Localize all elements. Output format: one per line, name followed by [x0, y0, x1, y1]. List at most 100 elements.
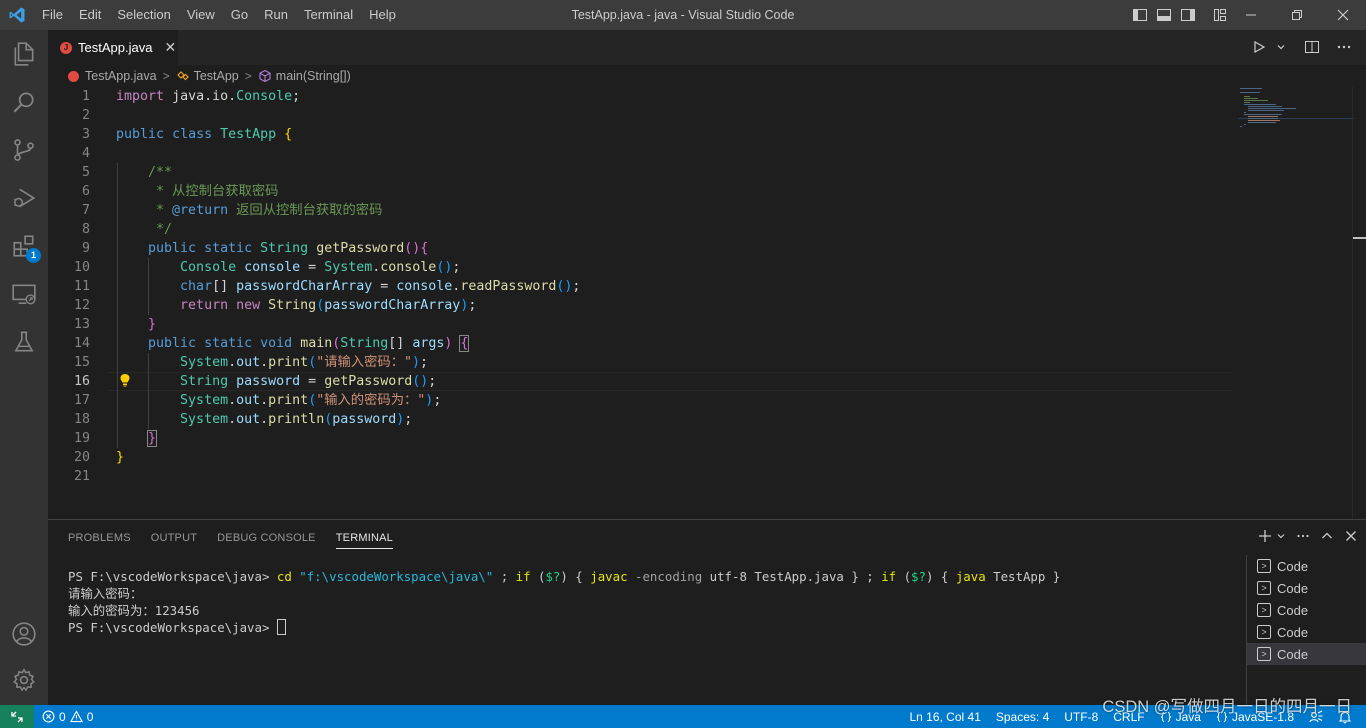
extensions-icon[interactable]: 1: [0, 222, 48, 270]
terminal-icon: >: [1257, 559, 1271, 573]
scrollbar-cursor-marker: [1353, 237, 1366, 239]
error-icon: [42, 710, 55, 723]
tab-problems[interactable]: PROBLEMS: [58, 520, 141, 555]
code-line: }: [147, 430, 158, 447]
breadcrumb-class[interactable]: TestApp: [176, 69, 239, 83]
line-number: 4: [81, 146, 90, 161]
toggle-primary-sidebar-icon[interactable]: [1132, 7, 1150, 23]
remote-explorer-icon[interactable]: [0, 270, 48, 318]
menu-edit[interactable]: Edit: [71, 0, 109, 30]
tab-output[interactable]: OUTPUT: [141, 520, 207, 555]
breadcrumb-file[interactable]: TestApp.java: [68, 69, 157, 83]
line-number: 18: [73, 412, 90, 427]
code-line: /**: [116, 165, 173, 180]
layout-controls: [1132, 7, 1230, 23]
remote-indicator[interactable]: [0, 705, 34, 728]
breadcrumb-method[interactable]: main(String[]): [258, 69, 351, 83]
terminal-profiles-chevron-down-icon[interactable]: [1276, 531, 1286, 541]
line-number: 21: [73, 469, 90, 484]
error-count: 0: [59, 709, 66, 724]
breadcrumb-class-label: TestApp: [193, 69, 239, 83]
terminal-instances-list: > Code > Code > Code > Code > Code: [1246, 555, 1366, 706]
code-line: public class TestApp {: [116, 127, 293, 142]
restore-button[interactable]: [1274, 0, 1320, 30]
menu-view[interactable]: View: [179, 0, 223, 30]
encoding[interactable]: UTF-8: [1064, 710, 1098, 724]
line-number: 17: [73, 393, 90, 408]
terminal-instance-label: Code: [1277, 602, 1309, 618]
source-control-icon[interactable]: [0, 126, 48, 174]
terminal-instance[interactable]: > Code: [1247, 621, 1366, 643]
tab-testapp-java[interactable]: J TestApp.java ✕: [48, 30, 178, 65]
vscode-logo-icon: [8, 6, 26, 24]
testing-icon[interactable]: [0, 318, 48, 366]
java-file-icon: [68, 70, 79, 82]
run-dropdown-chevron-down-icon[interactable]: [1276, 42, 1286, 52]
run-java-icon[interactable]: [1252, 40, 1266, 54]
panel-actions: [1258, 529, 1358, 543]
terminal-instance-label: Code: [1277, 646, 1309, 662]
toggle-secondary-sidebar-icon[interactable]: [1180, 7, 1198, 23]
editor-vertical-scrollbar[interactable]: [1352, 87, 1366, 519]
tab-close-icon[interactable]: ✕: [164, 39, 176, 56]
line-number: 11: [73, 279, 90, 294]
menu-file[interactable]: File: [34, 0, 71, 30]
menu-selection[interactable]: Selection: [109, 0, 178, 30]
line-number: 5: [81, 165, 90, 180]
terminal-instance[interactable]: > Code: [1247, 599, 1366, 621]
terminal-icon: >: [1257, 581, 1271, 595]
line-number: 15: [73, 355, 90, 370]
menu-run[interactable]: Run: [256, 0, 296, 30]
code-line: public static void main(String[] args) {: [148, 335, 470, 352]
menu-go[interactable]: Go: [223, 0, 256, 30]
close-panel-close-icon[interactable]: [1344, 529, 1358, 543]
code-editor[interactable]: 1 import java.io.Console; 2 3 public class…: [48, 87, 1366, 519]
code-line: * 从控制台获取密码: [116, 184, 279, 199]
menu-help[interactable]: Help: [361, 0, 404, 30]
manage-gear-icon[interactable]: [0, 656, 48, 704]
terminal-output[interactable]: PS F:\vscodeWorkspace\java> cd "f:\vscod…: [68, 568, 1228, 636]
line-number: 12: [73, 298, 90, 313]
search-icon[interactable]: [0, 78, 48, 126]
terminal-instance[interactable]: > Code: [1247, 577, 1366, 599]
split-editor-icon[interactable]: [1304, 39, 1320, 55]
tab-terminal[interactable]: TERMINAL: [326, 520, 403, 555]
new-terminal-plus-icon[interactable]: [1258, 529, 1272, 543]
more-actions-icon[interactable]: [1336, 39, 1352, 55]
close-window-button[interactable]: [1320, 0, 1366, 30]
title-bar: File Edit Selection View Go Run Terminal…: [0, 0, 1366, 30]
minimap[interactable]: [1238, 87, 1354, 147]
line-number: 19: [73, 431, 90, 446]
cursor-position[interactable]: Ln 16, Col 41: [909, 710, 980, 724]
restore-icon: [1292, 10, 1302, 20]
more-actions-icon[interactable]: [1296, 529, 1310, 543]
terminal-instance-active[interactable]: > Code: [1247, 643, 1366, 665]
terminal-instance-label: Code: [1277, 624, 1309, 640]
code-line: */: [116, 222, 173, 237]
line-number: 1: [81, 89, 90, 104]
minimize-button[interactable]: [1228, 0, 1274, 30]
terminal-icon: >: [1257, 603, 1271, 617]
toggle-panel-icon[interactable]: [1156, 7, 1174, 23]
code-line: System.out.print("请输入密码：");: [180, 355, 429, 370]
maximize-panel-chevron-up-icon[interactable]: [1320, 529, 1334, 543]
breadcrumb-file-label: TestApp.java: [85, 69, 157, 83]
remote-icon: [11, 711, 23, 722]
activity-bar: 1: [0, 30, 48, 705]
terminal-instance[interactable]: > Code: [1247, 555, 1366, 577]
run-debug-icon[interactable]: [0, 174, 48, 222]
warning-icon: [69, 710, 83, 723]
breadcrumb-chevron-right-icon: >: [244, 69, 252, 83]
indentation[interactable]: Spaces: 4: [996, 710, 1049, 724]
line-number: 6: [81, 184, 90, 199]
accounts-icon[interactable]: [0, 610, 48, 658]
breadcrumb-chevron-right-icon: >: [162, 69, 170, 83]
problems-status[interactable]: 0 0: [42, 705, 93, 728]
line-number: 20: [73, 450, 90, 465]
code-line: * @return 返回从控制台获取的密码: [116, 203, 383, 218]
tab-debug-console[interactable]: DEBUG CONSOLE: [207, 520, 326, 555]
menu-terminal[interactable]: Terminal: [296, 0, 361, 30]
code-line: import java.io.Console;: [116, 89, 301, 104]
java-file-icon: J: [60, 41, 72, 54]
explorer-icon[interactable]: [0, 30, 48, 78]
